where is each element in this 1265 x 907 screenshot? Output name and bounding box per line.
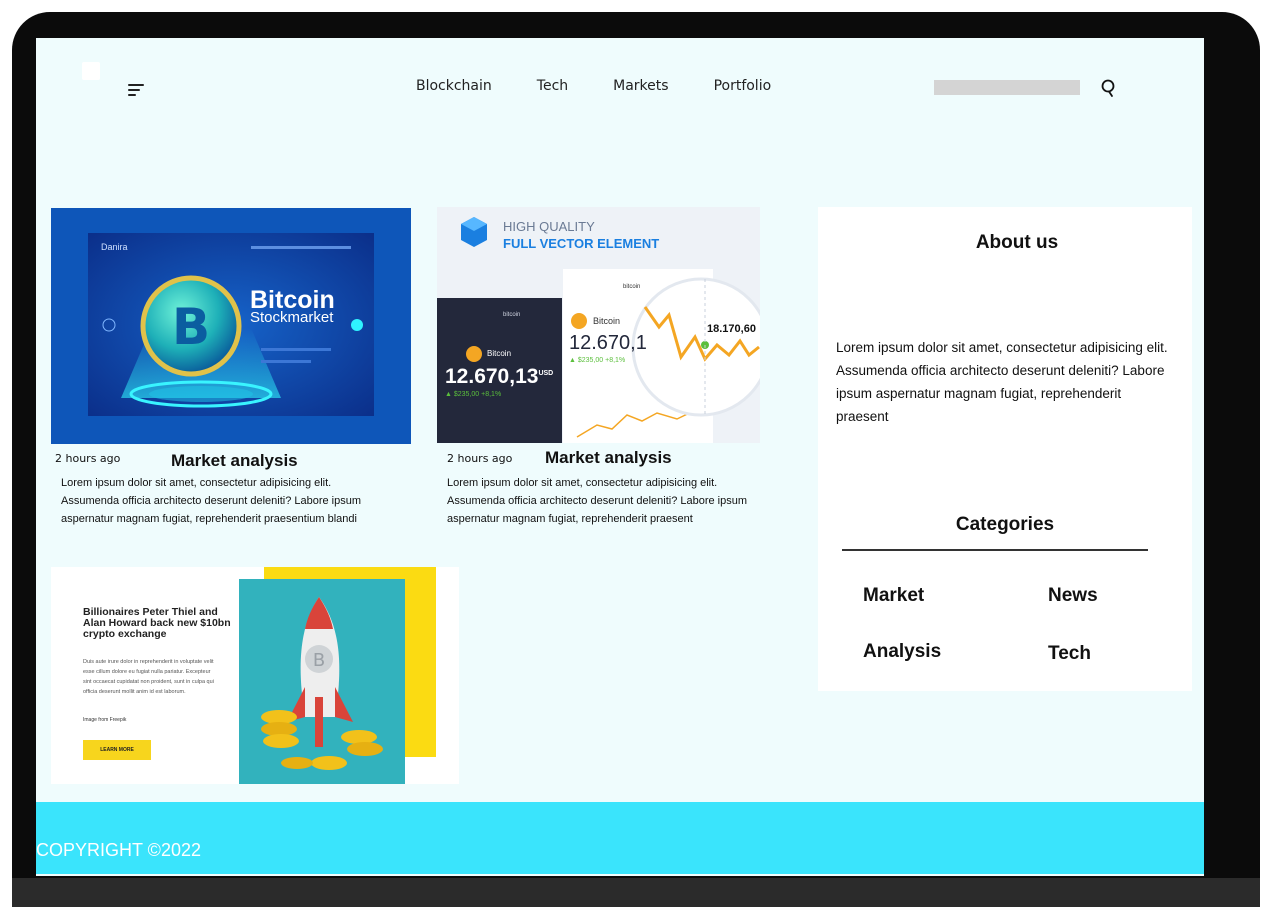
rocket-coins-illustration: B xyxy=(239,567,436,784)
banner-line2: FULL VECTOR ELEMENT xyxy=(503,236,660,251)
change-dark: ▲ $235,00 +8,1% xyxy=(445,391,502,398)
coin-label-light: Bitcoin xyxy=(593,316,621,326)
promo-credit: Image from Freepik xyxy=(83,717,127,723)
category-market[interactable]: Market xyxy=(863,585,924,607)
footer: COPYRIGHT ©2022 xyxy=(36,802,1204,874)
card-2-title[interactable]: Market analysis xyxy=(545,448,672,468)
promo-card[interactable]: Billionaires Peter Thiel and Alan Howard… xyxy=(51,567,459,784)
sidebar: About us Lorem ipsum dolor sit amet, con… xyxy=(818,207,1192,691)
banner-brand: Danira xyxy=(101,242,128,252)
card-1-image[interactable]: B Danira Bitcoin Stockmarket xyxy=(51,208,411,444)
card-1-time: 2 hours ago xyxy=(55,452,121,465)
banner-subtitle: Stockmarket xyxy=(250,309,334,326)
search-input[interactable] xyxy=(934,80,1080,95)
app-name-light: bitcoin xyxy=(623,284,641,290)
categories-title: Categories xyxy=(955,514,1055,535)
copyright-text: COPYRIGHT ©2022 xyxy=(36,840,201,860)
menu-icon[interactable] xyxy=(128,84,144,98)
promo-headline: Billionaires Peter Thiel and Alan Howard… xyxy=(83,606,231,640)
svg-text:B: B xyxy=(172,298,210,356)
card-2-time: 2 hours ago xyxy=(447,452,513,465)
site-logo[interactable] xyxy=(82,62,100,80)
coin-label-dark: Bitcoin xyxy=(487,349,512,358)
card-1-text: Lorem ipsum dolor sit amet, consectetur … xyxy=(61,477,362,525)
price-dark: 12.670,13USD xyxy=(445,365,553,389)
category-tech[interactable]: Tech xyxy=(1048,643,1091,665)
category-news[interactable]: News xyxy=(1048,585,1098,607)
card-2-text: Lorem ipsum dolor sit amet, consectetur … xyxy=(447,477,748,525)
price-light: 12.670,1 xyxy=(569,332,647,354)
categories-divider xyxy=(842,549,1148,551)
banner-line1: HIGH QUALITY xyxy=(503,219,595,234)
nav-item-markets[interactable]: Markets xyxy=(613,78,668,94)
card-2-image[interactable]: HIGH QUALITY FULL VECTOR ELEMENT bitcoin… xyxy=(437,207,760,443)
nav-item-tech[interactable]: Tech xyxy=(537,78,568,94)
price-dark-value: 12.670,13 xyxy=(445,365,539,388)
zoom-value: 18.170,60 xyxy=(707,323,756,335)
search-icon[interactable] xyxy=(1100,78,1118,98)
nav-item-blockchain[interactable]: Blockchain xyxy=(416,78,492,94)
screen: Blockchain Tech Markets Portfolio B Dani… xyxy=(36,38,1204,876)
laptop-base xyxy=(12,878,1260,907)
learn-more-button[interactable]: LEARN MORE xyxy=(83,740,151,760)
price-unit: USD xyxy=(538,370,554,377)
promo-body: Duis aute irure dolor in reprehenderit i… xyxy=(83,659,214,695)
about-title: About us xyxy=(975,232,1059,253)
nav-item-portfolio[interactable]: Portfolio xyxy=(714,78,772,94)
about-text: Lorem ipsum dolor sit amet, consectetur … xyxy=(836,340,1168,424)
category-analysis[interactable]: Analysis xyxy=(863,641,941,663)
app-name-dark: bitcoin xyxy=(503,312,521,318)
svg-text:B: B xyxy=(313,650,325,671)
main-nav: Blockchain Tech Markets Portfolio xyxy=(416,78,771,94)
change-light: ▲ $235,00 +8,1% xyxy=(569,357,626,364)
card-1-title[interactable]: Market analysis xyxy=(171,451,298,471)
